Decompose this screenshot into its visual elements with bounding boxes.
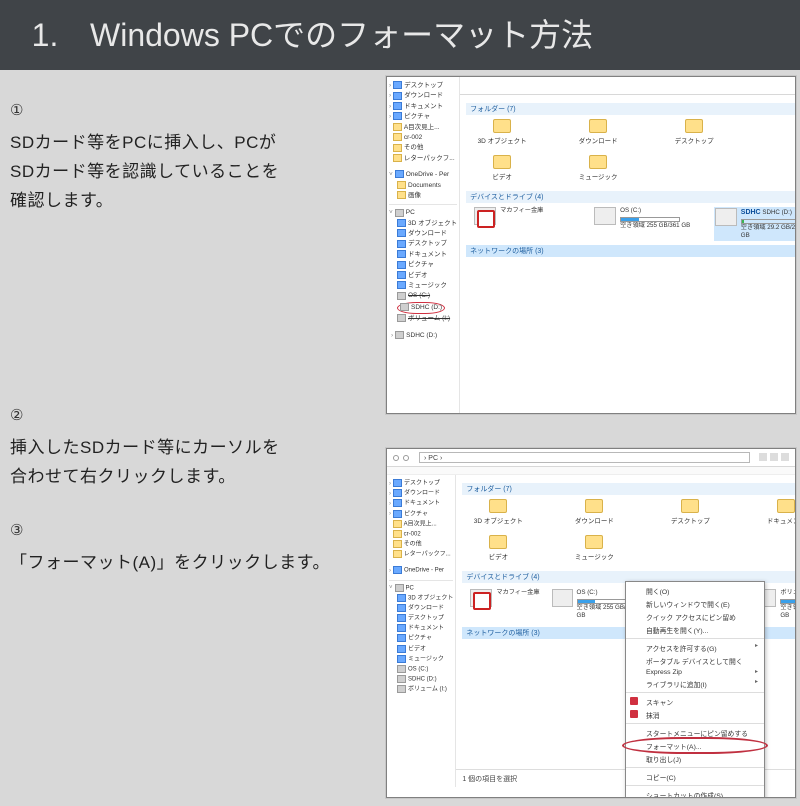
folder-item[interactable]: ミュージック	[566, 535, 622, 561]
step-2-text: 挿入したSDカード等にカーソルを 合わせて右クリックします。	[10, 434, 370, 492]
context-menu: 開く(O) 新しいウィンドウで開く(E) クイック アクセスにピン留め 自動再生…	[625, 581, 765, 798]
menu-grant-access[interactable]: アクセスを許可する(G)	[626, 641, 764, 654]
step-1-text: SDカード等をPCに挿入し、PCが SDカード等を認識していることを 確認します…	[10, 129, 370, 216]
menu-copy[interactable]: コピー(C)	[626, 770, 764, 783]
hdd-icon	[594, 207, 616, 225]
menu-shortcut[interactable]: ショートカットの作成(S)	[626, 788, 764, 798]
folder-item[interactable]: デスクトップ	[666, 119, 722, 145]
explorer-toolbar[interactable]: › PC ›	[387, 449, 795, 467]
hdd-icon	[552, 589, 572, 607]
menu-shred[interactable]: 抹消	[626, 708, 764, 721]
drive-mcafee[interactable]: マカフィー金庫	[474, 207, 574, 241]
folder-item[interactable]: ダウンロード	[570, 119, 626, 145]
step-2-number: ②	[10, 406, 370, 424]
menu-eject[interactable]: 取り出し(J)	[626, 752, 764, 765]
drive-sdhc[interactable]: SDHC SDHC (D:) 空き領域 29.2 GB/29.2 GB	[714, 207, 796, 241]
screenshot-explorer-context-menu: › PC › ›デスクトップ ›ダウンロード ›ドキュメント ›ピクチャ A目次…	[386, 448, 796, 798]
shield-icon	[470, 589, 492, 607]
section-header-devices[interactable]: デバイスとドライブ (4)	[466, 191, 796, 203]
shield-icon	[474, 207, 496, 225]
menu-autoplay[interactable]: 自動再生を開く(Y)...	[626, 623, 764, 636]
address-bar[interactable]: › PC ›	[419, 452, 750, 463]
step-3-text: 「フォーマット(A)」をクリックします。	[10, 549, 370, 578]
menu-format[interactable]: フォーマット(A)...	[626, 739, 764, 752]
step-1-number: ①	[10, 101, 370, 119]
menu-pin-start[interactable]: スタートメニューにピン留めする	[626, 726, 764, 739]
menu-express-zip[interactable]: Express Zip	[626, 667, 764, 677]
menu-pin-quick[interactable]: クイック アクセスにピン留め	[626, 610, 764, 623]
menu-open[interactable]: 開く(O)	[626, 584, 764, 597]
folder-item[interactable]: ドキュメント	[758, 499, 796, 525]
section-header-folders[interactable]: フォルダー (7)	[462, 483, 796, 495]
folder-item[interactable]: 3D オブジェクト	[474, 119, 530, 145]
folder-item[interactable]: ビデオ	[474, 155, 530, 181]
nav-forward-icon[interactable]	[403, 455, 409, 461]
drive-osc[interactable]: OS (C:) 空き領域 255 GB/361 GB	[594, 207, 694, 241]
drive-mcafee[interactable]: マカフィー金庫	[470, 589, 540, 623]
folder-item[interactable]: デスクトップ	[662, 499, 718, 525]
folder-item[interactable]: 3D オブジェクト	[470, 499, 526, 525]
folder-item[interactable]: ダウンロード	[566, 499, 622, 525]
menu-portable-device[interactable]: ポータブル デバイスとして開く	[626, 654, 764, 667]
section-header-folders[interactable]: フォルダー (7)	[466, 103, 796, 115]
page-title: 1.Windows PCでのフォーマット方法	[0, 0, 800, 70]
instructions-column: ① SDカード等をPCに挿入し、PCが SDカード等を認識していることを 確認し…	[0, 70, 380, 578]
menu-scan[interactable]: スキャン	[626, 695, 764, 708]
folder-item[interactable]: ビデオ	[470, 535, 526, 561]
sdcard-icon	[715, 208, 737, 226]
step-3-number: ③	[10, 521, 370, 539]
tree-sdhc-circled[interactable]: SDHC (D:)	[389, 302, 457, 314]
title-text: Windows PCでのフォーマット方法	[90, 17, 593, 53]
screenshot-explorer-drive-view: ›デスクトップ ›ダウンロード ›ドキュメント ›ピクチャ A目次見上... c…	[386, 76, 796, 414]
title-number: 1.	[0, 17, 90, 54]
explorer-titlebar	[460, 77, 796, 95]
menu-include-library[interactable]: ライブラリに追加(I)	[626, 677, 764, 690]
explorer-nav-tree[interactable]: ›デスクトップ ›ダウンロード ›ドキュメント ›ピクチャ A目次見上... c…	[387, 475, 456, 787]
section-header-network[interactable]: ネットワークの場所 (3)	[466, 245, 796, 257]
nav-back-icon[interactable]	[393, 455, 399, 461]
folder-item[interactable]: ミュージック	[570, 155, 626, 181]
explorer-nav-tree[interactable]: ›デスクトップ ›ダウンロード ›ドキュメント ›ピクチャ A目次見上... c…	[387, 77, 460, 413]
menu-new-window[interactable]: 新しいウィンドウで開く(E)	[626, 597, 764, 610]
